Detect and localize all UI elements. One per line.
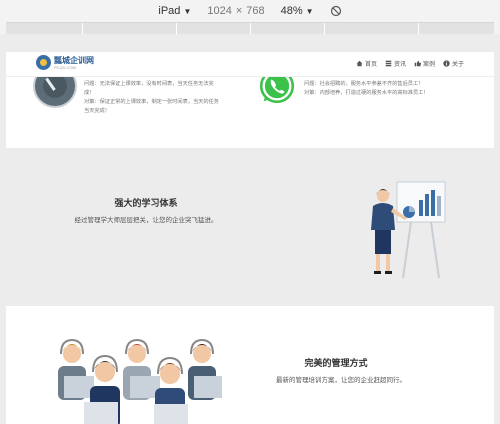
right-line-2: 对策：内部培养，打造过硬的服务水平的高标准员工！ (304, 90, 429, 96)
site-logo[interactable]: 瓢城企训网 PCQX.COM (36, 55, 94, 70)
caret-down-icon: ▼ (183, 6, 192, 16)
zoom-select[interactable]: 48% ▼ (281, 5, 314, 17)
viewport-gap (0, 34, 500, 52)
right-line-1: 问题：社会招聘的，服务水平参差不齐的售后员工！ (304, 81, 424, 87)
left-line-3: 对策：保证正常的上课效率，制定一张时间表，当天的任务 (84, 99, 219, 105)
device-label: iPad (158, 5, 181, 17)
zoom-label: 48% (280, 5, 303, 17)
rotate-icon (330, 5, 341, 17)
logo-mark-icon (36, 55, 51, 70)
nav-label-cases: 案例 (422, 62, 435, 68)
left-line-4: 当天完成！ (84, 108, 110, 114)
logo-subtitle: PCQX.COM (54, 64, 76, 70)
section-management: 完美的管理方式 最新的管理培训方案，让您的企业赶超同行。 (6, 306, 494, 424)
info-icon (443, 60, 450, 67)
nav-item-about[interactable]: 关于 (443, 59, 464, 68)
list-icon (385, 60, 392, 67)
section-subtitle: 最新的管理培训方案，让您的企业赶超同行。 (276, 377, 406, 384)
height-value[interactable]: 768 (246, 5, 264, 17)
left-line-2: 成！ (84, 90, 95, 96)
nav-label-news: 资讯 (393, 62, 406, 68)
nav-label-home: 首页 (364, 62, 377, 68)
nav-item-news[interactable]: 资讯 (385, 59, 406, 68)
main-nav: 首页 资讯 案例 关于 (356, 59, 464, 68)
left-line-1: 问题：无法保证上课效率，没有时间表，当天任务无法完 (84, 81, 214, 87)
section-title: 完美的管理方式 (304, 358, 368, 368)
site-header: 瓢城企训网 PCQX.COM 首页 资讯 案例 关于 (6, 52, 494, 77)
nav-label-about: 关于 (451, 62, 464, 68)
right-text-block: 问题：社会招聘的，服务水平参差不齐的售后员工！ 对策：内部培养，打造过硬的服务水… (304, 80, 484, 98)
caret-down-icon: ▼ (305, 6, 314, 16)
call-center-illustration (58, 338, 222, 424)
devtools-toolbar: iPad ▼ 1024 × 768 48% ▼ (0, 0, 500, 34)
times-sign: × (235, 5, 243, 17)
home-icon (356, 60, 363, 67)
rotate-button[interactable] (330, 5, 342, 17)
logo-title: 瓢城企训网 (54, 55, 94, 65)
width-value[interactable]: 1024 (207, 5, 231, 17)
section-title: 强大的学习体系 (114, 198, 178, 208)
section-subtitle: 经过管理学大师层层把关，让您的企业突飞猛进。 (74, 217, 218, 224)
nav-item-cases[interactable]: 案例 (414, 59, 435, 68)
dimension-display: 1024 × 768 (207, 5, 264, 17)
presenter-illustration (371, 181, 446, 278)
page-viewport: 问题：无法保证上课效率，没有时间表，当天任务无法完 成！ 对策：保证正常的上课效… (6, 52, 494, 424)
left-text-block: 问题：无法保证上课效率，没有时间表，当天任务无法完 成！ 对策：保证正常的上课效… (84, 80, 234, 116)
thumbs-up-icon (414, 60, 421, 67)
device-select[interactable]: iPad ▼ (158, 5, 191, 17)
media-query-ruler[interactable] (6, 22, 494, 34)
nav-item-home[interactable]: 首页 (356, 59, 377, 68)
device-bar: iPad ▼ 1024 × 768 48% ▼ (0, 0, 500, 22)
section-learning-system: 强大的学习体系 经过管理学大师层层把关，让您的企业突飞猛进。 (6, 148, 494, 306)
